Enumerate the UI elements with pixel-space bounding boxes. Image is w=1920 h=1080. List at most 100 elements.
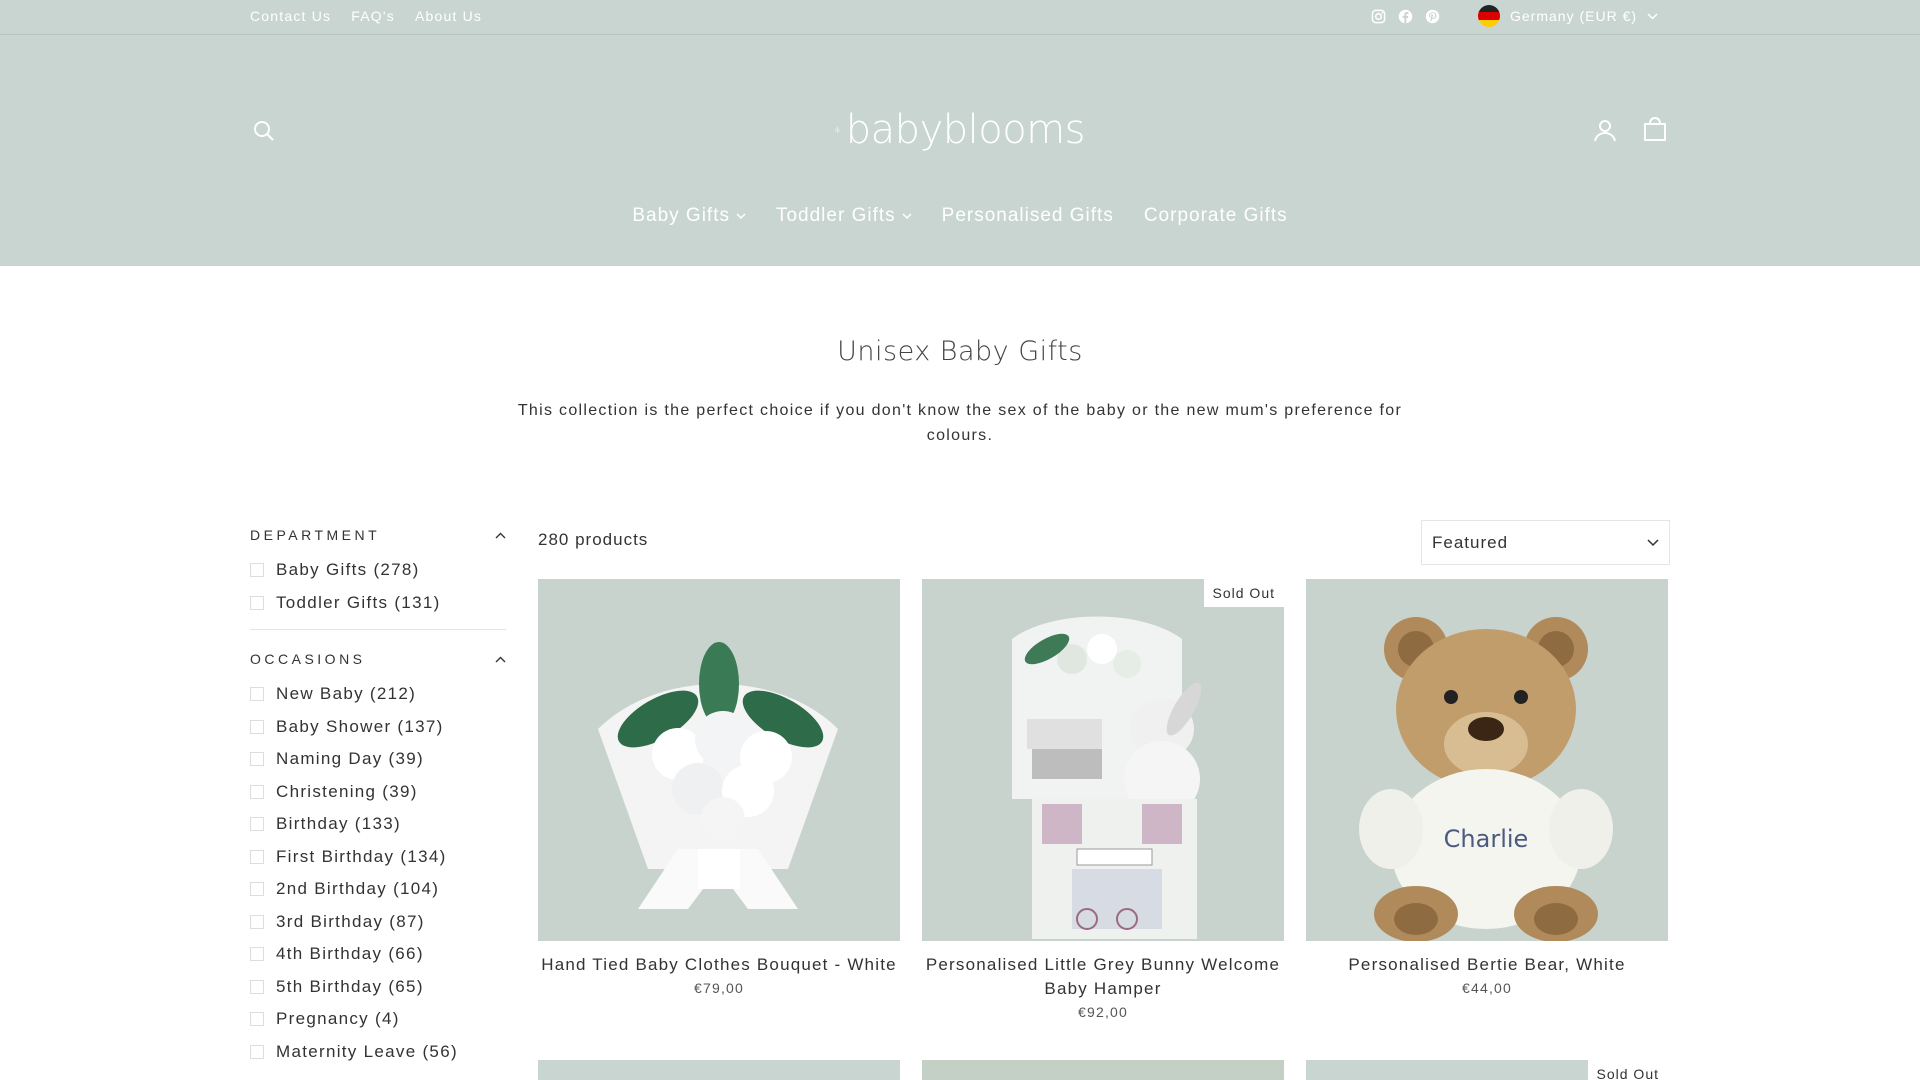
filter-label: Naming Day (39) [276,749,424,769]
logo-flower-icon [835,126,840,134]
filter-label: Maternity Leave (56) [276,1041,458,1061]
product-image[interactable] [538,1060,900,1080]
sort-value: Featured [1432,532,1509,552]
product-name[interactable]: Personalised Little Grey Bunny Welcome B… [922,953,1284,1001]
filter-christening[interactable]: Christening (39) [250,776,506,809]
filter-maternity-leave[interactable]: Maternity Leave (56) [250,1036,506,1069]
germany-flag-icon [1478,5,1500,27]
checkbox[interactable] [250,1044,264,1059]
product-name[interactable]: Hand Tied Baby Clothes Bouquet - White [538,953,900,977]
filter-2nd-birthday[interactable]: 2nd Birthday (104) [250,873,506,906]
filter-first-birthday[interactable]: First Birthday (134) [250,841,506,874]
product-name[interactable]: Personalised Bertie Bear, White [1306,953,1668,977]
product-card[interactable]: Charlie Personalised Bertie Bear, White … [1306,579,1668,1020]
chevron-down-icon [902,212,912,219]
filter-label: Toddler Gifts (131) [276,592,441,612]
bouquet-image [538,579,900,941]
product-image[interactable]: Sold Out [1306,1060,1668,1080]
filter-3rd-birthday[interactable]: 3rd Birthday (87) [250,906,506,939]
product-count: 280 products [538,530,649,549]
chevron-down-icon [1647,538,1659,546]
bear-sweater-text: Charlie [1444,825,1529,853]
filter-birthday[interactable]: Birthday (133) [250,808,506,841]
chevron-down-icon [736,212,746,219]
account-button[interactable] [1590,115,1620,145]
filter-new-baby[interactable]: New Baby (212) [250,678,506,711]
chevron-up-icon [495,656,506,662]
chevron-up-icon [495,532,506,538]
checkbox[interactable] [250,595,264,610]
checkbox[interactable] [250,752,264,767]
filter-pregnancy[interactable]: Pregnancy (4) [250,1003,506,1036]
checkbox[interactable] [250,979,264,994]
filter-baby-gifts[interactable]: Baby Gifts (278) [250,554,506,587]
country-selector[interactable]: Germany (EUR €) [1478,0,1658,32]
product-image[interactable] [922,1060,1284,1080]
nav-baby-gifts[interactable]: Baby Gifts [632,205,746,227]
checkbox[interactable] [250,849,264,864]
checkbox[interactable] [250,1012,264,1027]
collection-title: Unisex Baby Gifts [837,336,1083,367]
announcement-bar: Contact Us FAQ's About Us Germany (EUR €… [0,0,1920,35]
checkbox[interactable] [250,784,264,799]
filter-label: 5th Birthday (65) [276,976,424,996]
contact-us-link[interactable]: Contact Us [250,8,331,24]
filter-toddler-gifts[interactable]: Toddler Gifts (131) [250,587,506,620]
product-grid-row-2: Sold Out [538,1060,1670,1080]
search-icon [254,121,274,141]
site-header: babyblooms Baby Gifts Toddler Gifts Pers… [0,35,1920,266]
nav-label: Baby Gifts [632,205,730,226]
product-image[interactable]: Charlie [1306,579,1668,941]
nav-corporate-gifts[interactable]: Corporate Gifts [1144,205,1288,227]
product-card[interactable]: Sold Out Personalised Little Grey Bunny … [922,579,1284,1020]
top-links: Contact Us FAQ's About Us [250,0,482,32]
department-filter-toggle[interactable]: DEPARTMENT [250,520,506,550]
filter-4th-birthday[interactable]: 4th Birthday (66) [250,938,506,971]
checkbox[interactable] [250,719,264,734]
checkbox[interactable] [250,687,264,702]
product-grid: Hand Tied Baby Clothes Bouquet - White €… [538,579,1670,1020]
product-price: €44,00 [1461,980,1513,996]
sort-select[interactable]: Featured [1421,520,1670,565]
filter-label: Pregnancy (4) [276,1009,400,1029]
nav-label: Corporate Gifts [1143,205,1288,226]
hamper-image [922,579,1284,941]
logo-text: babyblooms [845,107,1086,153]
bear-image: Charlie [1306,579,1668,941]
about-us-link[interactable]: About Us [415,8,482,24]
department-list: Baby Gifts (278) Toddler Gifts (131) [250,554,506,619]
occasions-list: New Baby (212) Baby Shower (137) Naming … [250,678,506,1068]
search-button[interactable] [250,117,278,145]
checkbox[interactable] [250,914,264,929]
filter-label: Christening (39) [276,781,418,801]
chevron-down-icon [1647,12,1658,20]
checkbox[interactable] [250,882,264,897]
nav-toddler-gifts[interactable]: Toddler Gifts [776,205,912,227]
social-links [1370,0,1441,32]
product-card[interactable]: Hand Tied Baby Clothes Bouquet - White €… [538,579,900,1020]
instagram-icon[interactable] [1370,8,1387,25]
occasions-filter-toggle[interactable]: OCCASIONS [250,644,506,674]
nav-personalised-gifts[interactable]: Personalised Gifts [942,205,1114,227]
product-image[interactable] [538,579,900,941]
checkbox[interactable] [250,563,264,578]
filter-naming-day[interactable]: Naming Day (39) [250,743,506,776]
country-label: Germany (EUR €) [1510,8,1638,24]
filter-5th-birthday[interactable]: 5th Birthday (65) [250,971,506,1004]
divider [250,629,506,630]
pinterest-icon[interactable] [1424,8,1441,25]
department-heading: DEPARTMENT [250,527,381,543]
facebook-icon[interactable] [1397,8,1414,25]
nav-label: Toddler Gifts [775,205,896,226]
main-nav: Baby Gifts Toddler Gifts Personalised Gi… [0,205,1920,227]
filter-label: 4th Birthday (66) [276,944,424,964]
product-image[interactable]: Sold Out [922,579,1284,941]
site-logo[interactable]: babyblooms [835,95,1086,165]
nav-label: Personalised Gifts [941,205,1114,226]
filter-label: New Baby (212) [276,684,417,704]
faqs-link[interactable]: FAQ's [351,8,395,24]
cart-button[interactable] [1640,114,1670,144]
filter-baby-shower[interactable]: Baby Shower (137) [250,711,506,744]
checkbox[interactable] [250,817,264,832]
checkbox[interactable] [250,947,264,962]
